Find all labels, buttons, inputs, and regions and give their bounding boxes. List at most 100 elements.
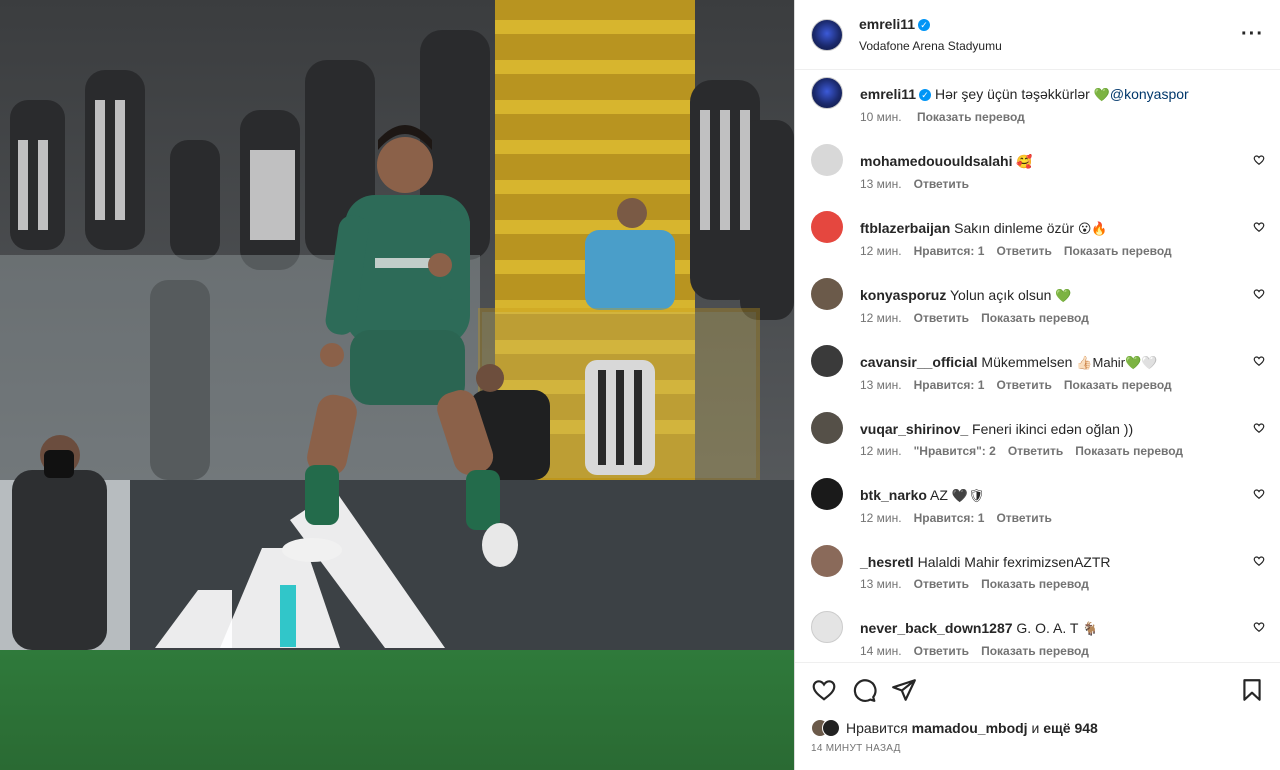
comment-time[interactable]: 14 мин. [860, 644, 902, 658]
post-time-ago[interactable]: 14 МИНУТ НАЗАД [811, 743, 901, 754]
comment-item: cavansir__official Mükemmelsen 👍🏻Mahir💚🤍… [811, 345, 1265, 392]
comment-text: G. O. A. T [1016, 620, 1079, 636]
translate-button[interactable]: Показать перевод [981, 577, 1089, 591]
post-header: emreli11 ✓ Vodafone Arena Stadyumu ··· [795, 0, 1280, 70]
likes-prefix: Нравится [846, 720, 908, 736]
reply-button[interactable]: Ответить [914, 644, 969, 658]
more-options-icon[interactable]: ··· [1241, 23, 1264, 46]
post-actions: Нравится mamadou_mbodj и ещё 948 14 МИНУ… [795, 662, 1280, 770]
comment-text: AZ [930, 487, 948, 503]
comment-heart-icon[interactable] [1253, 154, 1265, 166]
comment-item: vuqar_shirinov_ Feneri ikinci edən oğlan… [811, 412, 1265, 458]
commenter-avatar[interactable] [811, 478, 843, 510]
translate-button[interactable]: Показать перевод [981, 644, 1089, 658]
reply-button[interactable]: Ответить [914, 311, 969, 325]
comment-heart-icon[interactable] [1253, 355, 1265, 367]
heart-icon[interactable] [811, 677, 837, 703]
comment-time[interactable]: 13 мин. [860, 577, 902, 591]
post-side-panel: emreli11 ✓ Vodafone Arena Stadyumu ··· em… [794, 0, 1280, 770]
comment-username[interactable]: konyasporuz [860, 287, 946, 303]
comment-likes[interactable]: Нравится: 1 [914, 244, 985, 258]
reply-button[interactable]: Ответить [914, 577, 969, 591]
comment-emoji: 😮🔥 [1077, 221, 1108, 236]
liker-avatar [822, 719, 840, 737]
caption-username[interactable]: emreli11 [860, 86, 916, 102]
likes-count[interactable]: ещё 948 [1043, 720, 1098, 736]
caption-text: Hər şey üçün təşəkkürlər [934, 86, 1090, 102]
comment-likes[interactable]: Нравится: 1 [914, 511, 985, 525]
reply-button[interactable]: Ответить [914, 177, 969, 191]
comment-slot: mohamedououldsalahi 🥰 13 мин. Ответить ftbl… [811, 144, 1265, 658]
comment-likes[interactable]: Нравится: 1 [914, 378, 985, 392]
post-photo[interactable] [0, 0, 794, 770]
commenter-avatar[interactable] [811, 278, 843, 310]
reply-button[interactable]: Ответить [996, 244, 1051, 258]
comment-heart-icon[interactable] [1253, 555, 1265, 567]
comment-username[interactable]: vuqar_shirinov_ [860, 421, 968, 437]
caption-translate-button[interactable]: Показать перевод [917, 110, 1025, 124]
author-avatar[interactable] [811, 18, 843, 51]
comment-text: Feneri ikinci edən oğlan )) [972, 421, 1134, 437]
comment-emoji: 👍🏻Mahir💚🤍 [1076, 355, 1158, 370]
caption: emreli11 ✓ Hər şey üçün təşəkkürlər 💚@kon… [811, 77, 1265, 124]
comment-time[interactable]: 12 мин. [860, 444, 902, 458]
likes-username[interactable]: mamadou_mbodj [912, 720, 1028, 736]
translate-button[interactable]: Показать перевод [981, 311, 1089, 325]
comment-text: Sakın dinleme özür [954, 220, 1074, 236]
comment-item: konyasporuz Yolun açık olsun 💚 12 мин. Отв… [811, 278, 1265, 325]
comment-heart-icon[interactable] [1253, 422, 1265, 434]
post-photo-illustration [0, 0, 794, 770]
bookmark-icon[interactable] [1239, 677, 1265, 703]
comment-item: never_back_down1287 G. O. A. T 🐐 14 мин. О… [811, 611, 1265, 658]
comment-username[interactable]: never_back_down1287 [860, 620, 1013, 636]
author-username[interactable]: emreli11 [859, 16, 915, 32]
translate-button[interactable]: Показать перевод [1064, 378, 1172, 392]
translate-button[interactable]: Показать перевод [1064, 244, 1172, 258]
comment-heart-icon[interactable] [1253, 288, 1265, 300]
comment-item: _hesretl Halaldi Mahir fexrimizsenAZTR 1… [811, 545, 1265, 591]
share-icon[interactable] [891, 677, 917, 703]
caption-mention[interactable]: @konyaspor [1110, 86, 1189, 102]
comment-username[interactable]: ftblazerbaijan [860, 220, 950, 236]
comment-username[interactable]: cavansir__official [860, 354, 978, 370]
comment-emoji: 🐐 [1082, 621, 1099, 636]
action-icons [811, 677, 1265, 703]
comment-time[interactable]: 13 мин. [860, 378, 902, 392]
likes-mid: и [1031, 720, 1040, 736]
comment-text: Halaldi Mahir fexrimizsenAZTR [917, 554, 1111, 570]
comment-icon[interactable] [851, 677, 877, 703]
instagram-post-view: emreli11 ✓ Vodafone Arena Stadyumu ··· em… [0, 0, 1280, 770]
comment-heart-icon[interactable] [1253, 621, 1265, 633]
commenter-avatar[interactable] [811, 211, 843, 243]
commenter-avatar[interactable] [811, 545, 843, 577]
comments-list[interactable]: emreli11 ✓ Hər şey üçün təşəkkürlər 💚@kon… [795, 70, 1280, 662]
reply-button[interactable]: Ответить [996, 511, 1051, 525]
comment-heart-icon[interactable] [1253, 488, 1265, 500]
comment-time[interactable]: 13 мин. [860, 177, 902, 191]
comment-username[interactable]: mohamedououldsalahi [860, 153, 1012, 169]
comment-emoji: 💚 [1055, 288, 1072, 303]
comment-emoji: 🥰 [1016, 154, 1033, 169]
comment-heart-icon[interactable] [1253, 221, 1265, 233]
commenter-avatar[interactable] [811, 611, 843, 643]
comment-emoji: 🖤🛡 [951, 488, 985, 503]
comment-likes[interactable]: "Нравится": 2 [914, 444, 996, 458]
caption-time[interactable]: 10 мин. [860, 110, 902, 124]
comment-text: Yolun açık olsun [950, 287, 1052, 303]
comment-text: Mükemmelsen [981, 354, 1073, 370]
comment-time[interactable]: 12 мин. [860, 311, 902, 325]
post-location[interactable]: Vodafone Arena Stadyumu [859, 39, 1241, 53]
comment-username[interactable]: btk_narko [860, 487, 927, 503]
caption-emoji: 💚 [1093, 87, 1110, 102]
comment-time[interactable]: 12 мин. [860, 244, 902, 258]
reply-button[interactable]: Ответить [996, 378, 1051, 392]
commenter-avatar[interactable] [811, 345, 843, 377]
comment-username[interactable]: _hesretl [860, 554, 914, 570]
comment-time[interactable]: 12 мин. [860, 511, 902, 525]
commenter-avatar[interactable] [811, 144, 843, 176]
likes-summary: Нравится mamadou_mbodj и ещё 948 [811, 719, 1098, 737]
caption-author-avatar[interactable] [811, 77, 843, 109]
reply-button[interactable]: Ответить [1008, 444, 1063, 458]
commenter-avatar[interactable] [811, 412, 843, 444]
translate-button[interactable]: Показать перевод [1075, 444, 1183, 458]
